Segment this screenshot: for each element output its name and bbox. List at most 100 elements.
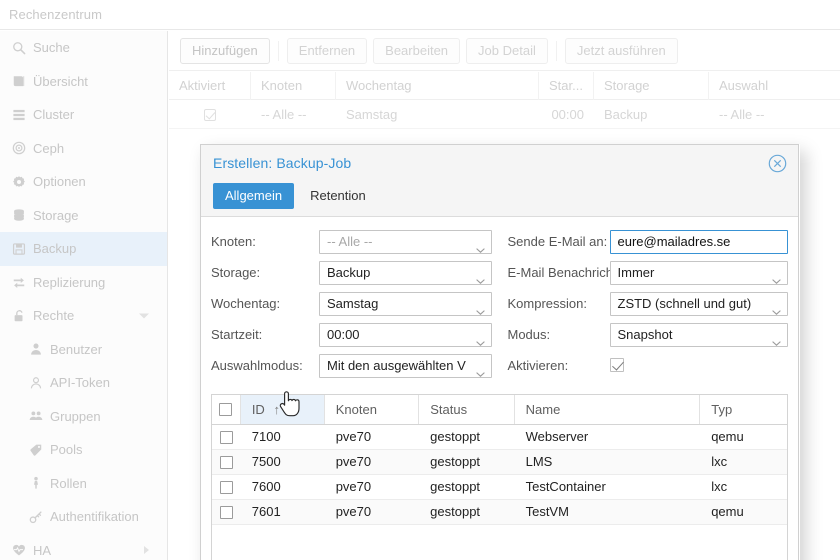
add-button[interactable]: Hinzufügen	[180, 38, 270, 64]
aktivieren-checkbox[interactable]	[609, 358, 624, 372]
sidebar-item-rechte[interactable]: Rechte	[0, 299, 167, 333]
row-checkbox[interactable]	[219, 480, 233, 494]
select-all-header[interactable]	[212, 395, 241, 424]
sidebar-item-cluster[interactable]: Cluster	[0, 98, 167, 132]
sidebar-item-api-token[interactable]: API-Token	[0, 366, 167, 400]
wochentag-control: Samstag	[319, 292, 492, 316]
backup-grid-row[interactable]: -- Alle -- Samstag 00:00 Backup -- Alle …	[169, 101, 840, 129]
select-all-checkbox[interactable]	[219, 403, 233, 416]
guest-grid-rows: 7100 pve70 gestoppt Webserver qemu 7500 pve70 g…	[212, 425, 787, 525]
sidebar-item-label: Übersicht	[33, 73, 88, 89]
kompression-select[interactable]: ZSTD (schnell und gut)	[609, 292, 788, 316]
cell-startzeit: 00:00	[551, 106, 584, 122]
sidebar-item-rollen[interactable]: Rollen	[0, 467, 167, 501]
sidebar-item-replizierung[interactable]: Replizierung	[0, 266, 167, 300]
knoten-select[interactable]: -- Alle --	[319, 230, 492, 254]
sende-e-mail-an-input[interactable]: eure@mailadres.se	[609, 230, 788, 254]
col-storage[interactable]: Storage	[594, 71, 709, 100]
chevron-right-icon[interactable]	[144, 546, 149, 555]
cell-status: gestoppt	[430, 454, 481, 469]
sidebar-item-pools[interactable]: Pools	[0, 433, 167, 467]
gear-icon	[9, 175, 28, 189]
close-icon[interactable]	[768, 154, 787, 173]
sidebar-item--bersicht[interactable]: Übersicht	[0, 65, 167, 99]
e-mail-benachrichtigung-label: E-Mail Benachrichtigung:	[507, 265, 653, 280]
col-auswahl[interactable]: Auswahl	[709, 72, 839, 100]
row-select-cell[interactable]	[212, 450, 241, 474]
tab-allgemein[interactable]: Allgemein	[213, 183, 295, 209]
modus-select[interactable]: Snapshot	[609, 323, 788, 347]
row-select-cell[interactable]	[212, 425, 241, 449]
chevron-down-icon[interactable]	[139, 313, 149, 319]
sidebar-item-suche[interactable]: Suche	[0, 31, 167, 65]
e-mail-benachrichtigung-select[interactable]: Immer	[609, 261, 788, 285]
run-now-button[interactable]: Jetzt ausführen	[564, 38, 678, 64]
sidebar-item-label: Suche	[33, 40, 70, 56]
dialog-title: Erstellen: Backup-Job	[213, 155, 352, 171]
row-checkbox[interactable]	[219, 430, 233, 444]
row-select-cell[interactable]	[212, 475, 241, 499]
table-row[interactable]: 7100 pve70 gestoppt Webserver qemu	[212, 425, 787, 450]
wochentag-select[interactable]: Samstag	[319, 292, 492, 316]
cell-auswahl: -- Alle --	[719, 106, 765, 122]
enabled-checkbox[interactable]	[204, 108, 216, 121]
col-aktiviert[interactable]: Aktiviert	[169, 71, 251, 100]
row-checkbox[interactable]	[219, 505, 233, 519]
startzeit-select[interactable]: 00:00	[319, 323, 492, 347]
chevron-down-icon	[772, 300, 781, 315]
sidebar-item-label: Backup	[33, 241, 77, 257]
tab-retention[interactable]: Retention	[298, 183, 378, 209]
col-wochentag[interactable]: Wochentag	[336, 71, 539, 100]
auswahlmodus-select[interactable]: Mit den ausgewählten V	[319, 354, 492, 378]
job-detail-button[interactable]: Job Detail	[466, 38, 548, 64]
col-header-typ[interactable]: Typ	[700, 395, 787, 424]
sidebar-item-ceph[interactable]: Ceph	[0, 132, 167, 166]
col-header-status[interactable]: Status	[419, 395, 515, 424]
token-icon	[26, 376, 45, 390]
storage-select[interactable]: Backup	[319, 261, 492, 285]
form-columns: Knoten: -- Alle -- Storage: Backup Wochentag…	[211, 230, 788, 385]
col-header-id[interactable]: ID ↑	[240, 395, 295, 424]
sidebar-item-label: Benutzer	[50, 341, 103, 357]
cell-name: LMS	[525, 454, 553, 469]
col-header-knoten[interactable]: Knoten	[325, 395, 420, 424]
table-row[interactable]: 7601 pve70 gestoppt TestVM qemu	[212, 500, 787, 525]
sidebar-item-gruppen[interactable]: Gruppen	[0, 400, 167, 434]
sidebar-item-optionen[interactable]: Optionen	[0, 165, 167, 199]
cell-id: 7601	[251, 504, 281, 519]
col-header-name[interactable]: Name	[515, 395, 701, 424]
cell-status: gestoppt	[430, 504, 481, 519]
cell-name: Webserver	[525, 429, 589, 444]
sidebar-item-benutzer[interactable]: Benutzer	[0, 333, 167, 367]
create-backup-job-dialog: Erstellen: Backup-Job Allgemein Retentio…	[200, 144, 799, 560]
storage-control: Backup	[319, 261, 492, 285]
sidebar-item-backup[interactable]: Backup	[0, 232, 167, 266]
remove-button[interactable]: Entfernen	[286, 38, 368, 64]
field-row-storage: Storage: Backup	[211, 261, 492, 285]
sidebar-item-storage[interactable]: Storage	[0, 199, 167, 233]
chevron-down-icon	[475, 238, 485, 253]
field-row-kompression: Kompression: ZSTD (schnell und gut)	[508, 292, 788, 316]
database-icon	[9, 208, 28, 222]
edit-button[interactable]: Bearbeiten	[373, 38, 461, 64]
sidebar-item-ha[interactable]: HA	[0, 534, 167, 560]
chevron-down-icon	[772, 331, 781, 346]
table-row[interactable]: 7600 pve70 gestoppt TestContainer lxc	[212, 475, 787, 500]
e-mail-benachrichtigung-value: Immer	[617, 265, 655, 280]
table-row[interactable]: 7500 pve70 gestoppt LMS lxc	[212, 450, 787, 475]
auswahlmodus-value: Mit den ausgewählten V	[327, 358, 466, 373]
key-icon	[26, 510, 45, 524]
sende-e-mail-an-control: eure@mailadres.se	[609, 230, 788, 254]
cell-wochentag: Samstag	[346, 106, 398, 122]
row-checkbox[interactable]	[219, 455, 233, 469]
col-startzeit[interactable]: Star...	[539, 71, 594, 100]
cell-name: TestContainer	[525, 479, 606, 494]
col-resize-handle-id[interactable]	[294, 395, 325, 424]
floppy-icon	[9, 242, 28, 256]
row-select-cell[interactable]	[212, 500, 241, 524]
sidebar-item-authentifikation[interactable]: Authentifikation	[0, 500, 167, 534]
col-knoten[interactable]: Knoten	[251, 71, 336, 100]
cell-knoten: -- Alle --	[261, 106, 307, 122]
knoten-control: -- Alle --	[319, 230, 492, 254]
startzeit-value: 00:00	[327, 327, 360, 342]
